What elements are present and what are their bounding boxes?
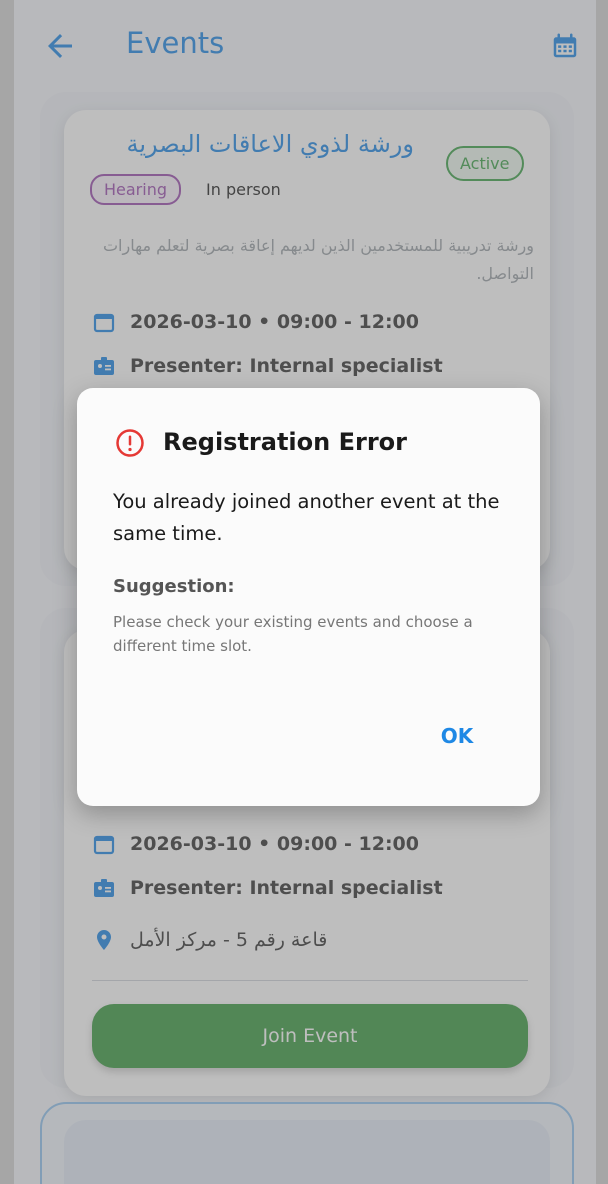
error-icon (116, 429, 144, 457)
dialog-message: You already joined another event at the … (113, 490, 500, 545)
ok-button[interactable]: OK (427, 718, 487, 754)
dialog-title: Registration Error (163, 428, 407, 456)
registration-error-dialog: Registration Error You already joined an… (77, 388, 540, 806)
suggestion-label: Suggestion: (113, 576, 235, 597)
suggestion-text: Please check your existing events and ch… (113, 613, 473, 655)
